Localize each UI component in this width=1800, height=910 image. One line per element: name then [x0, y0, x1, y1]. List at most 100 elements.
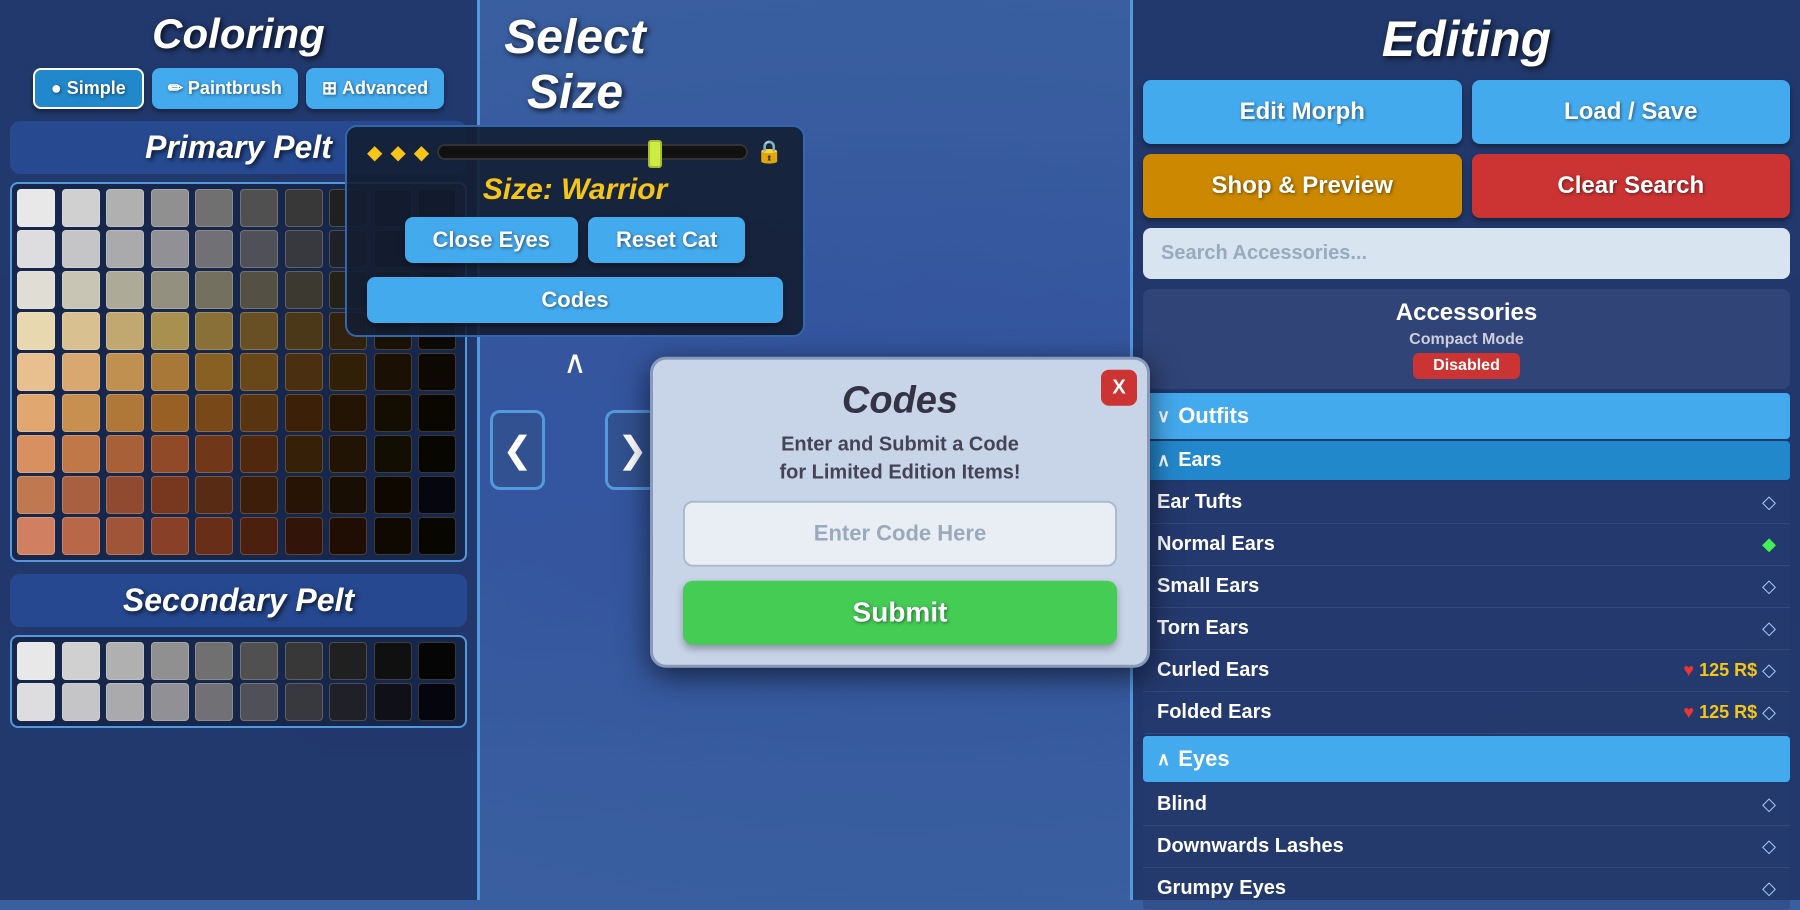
color-cell[interactable]: [151, 683, 189, 721]
simple-mode-button[interactable]: ● Simple: [33, 68, 144, 109]
color-cell[interactable]: [285, 476, 323, 514]
color-cell[interactable]: [106, 353, 144, 391]
color-cell[interactable]: [62, 353, 100, 391]
color-cell[interactable]: [151, 189, 189, 227]
color-cell[interactable]: [418, 642, 456, 680]
color-cell[interactable]: [62, 394, 100, 432]
color-cell[interactable]: [240, 394, 278, 432]
close-eyes-button[interactable]: Close Eyes: [405, 217, 578, 263]
color-cell[interactable]: [374, 517, 412, 555]
list-item[interactable]: Folded Ears ♥ 125 R$ ◇: [1143, 692, 1790, 734]
color-cell[interactable]: [195, 476, 233, 514]
color-cell[interactable]: [62, 312, 100, 350]
color-cell[interactable]: [151, 517, 189, 555]
load-save-button[interactable]: Load / Save: [1472, 80, 1791, 144]
color-cell[interactable]: [106, 189, 144, 227]
color-cell[interactable]: [195, 517, 233, 555]
color-cell[interactable]: [285, 683, 323, 721]
color-cell[interactable]: [329, 642, 367, 680]
color-cell[interactable]: [17, 353, 55, 391]
color-cell[interactable]: [106, 394, 144, 432]
size-slider[interactable]: [437, 144, 747, 160]
color-cell[interactable]: [240, 189, 278, 227]
subcategory-ears[interactable]: ∧ Ears: [1143, 441, 1790, 480]
color-cell[interactable]: [195, 189, 233, 227]
color-cell[interactable]: [17, 312, 55, 350]
color-cell[interactable]: [151, 394, 189, 432]
color-cell[interactable]: [62, 435, 100, 473]
color-cell[interactable]: [151, 476, 189, 514]
color-cell[interactable]: [240, 271, 278, 309]
color-cell[interactable]: [285, 642, 323, 680]
color-cell[interactable]: [151, 353, 189, 391]
color-cell[interactable]: [240, 642, 278, 680]
color-cell[interactable]: [62, 476, 100, 514]
category-outfits[interactable]: ∨ Outfits: [1143, 393, 1790, 439]
color-cell[interactable]: [17, 394, 55, 432]
color-cell[interactable]: [62, 189, 100, 227]
clear-search-button[interactable]: Clear Search: [1472, 154, 1791, 218]
code-input[interactable]: [683, 501, 1117, 567]
color-cell[interactable]: [106, 683, 144, 721]
color-cell[interactable]: [106, 435, 144, 473]
color-cell[interactable]: [329, 435, 367, 473]
color-cell[interactable]: [62, 642, 100, 680]
color-cell[interactable]: [285, 230, 323, 268]
color-cell[interactable]: [62, 683, 100, 721]
color-cell[interactable]: [106, 312, 144, 350]
modal-close-button[interactable]: X: [1101, 370, 1137, 406]
color-cell[interactable]: [17, 476, 55, 514]
color-cell[interactable]: [106, 642, 144, 680]
color-cell[interactable]: [17, 435, 55, 473]
color-cell[interactable]: [240, 517, 278, 555]
color-cell[interactable]: [240, 230, 278, 268]
color-cell[interactable]: [329, 517, 367, 555]
color-cell[interactable]: [240, 683, 278, 721]
color-cell[interactable]: [151, 435, 189, 473]
codes-button[interactable]: Codes: [367, 277, 783, 323]
compact-mode-value[interactable]: Disabled: [1413, 353, 1520, 379]
color-cell[interactable]: [374, 353, 412, 391]
color-cell[interactable]: [418, 517, 456, 555]
color-cell[interactable]: [329, 683, 367, 721]
color-cell[interactable]: [374, 683, 412, 721]
color-cell[interactable]: [106, 230, 144, 268]
color-cell[interactable]: [195, 683, 233, 721]
color-cell[interactable]: [62, 517, 100, 555]
color-cell[interactable]: [374, 642, 412, 680]
color-cell[interactable]: [151, 642, 189, 680]
list-item[interactable]: Normal Ears ◆: [1143, 524, 1790, 566]
list-item[interactable]: Grumpy Eyes ◇: [1143, 868, 1790, 910]
color-cell[interactable]: [195, 230, 233, 268]
list-item[interactable]: Blind ◇: [1143, 784, 1790, 826]
edit-morph-button[interactable]: Edit Morph: [1143, 80, 1462, 144]
advanced-mode-button[interactable]: ⊞ Advanced: [306, 68, 444, 109]
color-cell[interactable]: [329, 394, 367, 432]
color-cell[interactable]: [418, 435, 456, 473]
list-item[interactable]: Downwards Lashes ◇: [1143, 826, 1790, 868]
color-cell[interactable]: [151, 312, 189, 350]
color-cell[interactable]: [195, 435, 233, 473]
color-cell[interactable]: [329, 353, 367, 391]
color-cell[interactable]: [285, 189, 323, 227]
color-cell[interactable]: [240, 353, 278, 391]
color-cell[interactable]: [17, 517, 55, 555]
color-cell[interactable]: [195, 394, 233, 432]
list-item[interactable]: Curled Ears ♥ 125 R$ ◇: [1143, 650, 1790, 692]
color-cell[interactable]: [418, 683, 456, 721]
color-cell[interactable]: [17, 642, 55, 680]
list-item[interactable]: Ear Tufts ◇: [1143, 482, 1790, 524]
color-cell[interactable]: [151, 230, 189, 268]
color-cell[interactable]: [285, 312, 323, 350]
reset-cat-button[interactable]: Reset Cat: [588, 217, 745, 263]
submit-button[interactable]: Submit: [683, 581, 1117, 645]
color-cell[interactable]: [106, 517, 144, 555]
color-cell[interactable]: [329, 476, 367, 514]
color-cell[interactable]: [195, 642, 233, 680]
color-cell[interactable]: [106, 271, 144, 309]
color-cell[interactable]: [418, 476, 456, 514]
search-accessories-input[interactable]: [1143, 228, 1790, 279]
nav-arrow-left[interactable]: ❮: [490, 410, 545, 490]
color-cell[interactable]: [62, 230, 100, 268]
color-cell[interactable]: [240, 312, 278, 350]
